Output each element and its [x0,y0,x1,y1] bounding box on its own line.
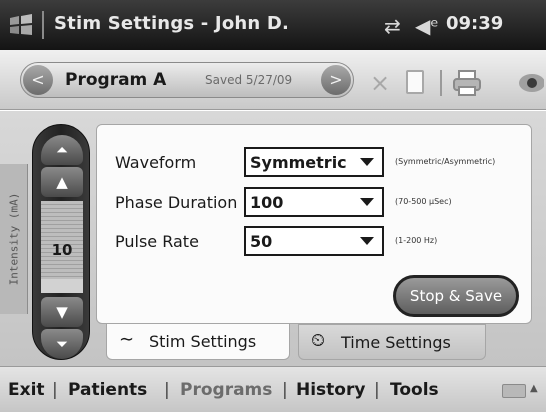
pulse-rate-label: Pulse Rate [115,232,199,251]
phase-duration-value: 100 [250,193,284,212]
clock-icon: ⏲ [311,330,326,351]
tab-label: Stim Settings [149,332,257,351]
new-document-icon[interactable] [406,70,424,94]
previous-program-button[interactable]: < [23,65,53,95]
double-chevron-down-icon: ⏷ [55,335,68,353]
stop-and-save-button[interactable]: Stop & Save [393,275,519,317]
tab-stim-settings[interactable]: ∼ Stim Settings [106,324,290,360]
stim-settings-panel: Waveform Symmetric (Symmetric/Asymmetric… [96,124,532,324]
menu-item-exit[interactable]: Exit [8,380,45,400]
wave-icon: ∼ [119,329,135,350]
toolbar-separator [440,70,442,96]
intensity-label: Intensity (mA) [7,192,21,286]
waveform-dropdown[interactable]: Symmetric [244,147,384,177]
pulse-rate-dropdown[interactable]: 50 [244,226,384,256]
dropdown-arrow-icon [360,198,374,206]
menu-item-programs[interactable]: Programs [180,380,272,400]
caret-up-icon[interactable]: ▲ [530,383,538,394]
program-name: Program A [65,70,167,90]
menu-item-tools[interactable]: Tools [390,380,439,400]
saved-date: Saved 5/27/09 [205,73,293,87]
view-icon[interactable] [514,72,544,94]
menu-bar: Exit | Patients | Programs | History | T… [0,366,546,412]
pulse-rate-hint: (1-200 Hz) [395,236,438,245]
close-icon[interactable]: × [370,69,390,97]
sync-icon[interactable]: ⇄ [384,14,401,38]
chevron-left-icon: < [31,70,45,89]
intensity-meter-fill [41,279,83,293]
phase-duration-dropdown[interactable]: 100 [244,187,384,217]
waveform-label: Waveform [115,153,197,172]
volume-icon[interactable]: ◀ᵉ [415,14,439,38]
menu-separator: | [374,380,380,400]
intensity-up-fast-button[interactable]: ⏶ [41,135,83,165]
menu-item-patients[interactable]: Patients [68,380,147,400]
printer-icon[interactable] [452,70,482,96]
title-bar: Stim Settings - John D. ⇄ ◀ᵉ 09:39 [0,0,546,50]
program-selector: < Program A Saved 5/27/09 > [20,62,354,98]
double-chevron-up-icon: ⏶ [55,141,68,159]
phase-duration-label: Phase Duration [115,193,238,212]
title-separator [42,11,44,39]
clock[interactable]: 09:39 [446,13,503,34]
phase-duration-hint: (70-500 µSec) [395,197,452,206]
windows-logo-icon[interactable] [8,12,34,38]
intensity-side-tab[interactable]: Intensity (mA) [0,164,28,314]
pulse-rate-value: 50 [250,232,273,251]
menu-separator: | [282,380,288,400]
menu-item-history[interactable]: History [296,380,365,400]
tab-label: Time Settings [341,333,451,352]
chevron-right-icon: > [329,70,343,89]
intensity-meter[interactable]: 10 [41,201,83,293]
next-program-button[interactable]: > [321,65,351,95]
menu-separator: | [52,380,58,400]
program-toolbar: < Program A Saved 5/27/09 > × [0,50,546,110]
intensity-control: ⏶ ▲ 10 ▼ ⏷ [32,124,90,360]
window-title: Stim Settings - John D. [54,13,290,34]
dropdown-arrow-icon [360,158,374,166]
intensity-up-button[interactable]: ▲ [41,167,83,197]
intensity-down-button[interactable]: ▼ [41,297,83,327]
chevron-up-icon: ▲ [56,173,68,191]
intensity-down-fast-button[interactable]: ⏷ [41,329,83,359]
dropdown-arrow-icon [360,237,374,245]
keyboard-icon[interactable] [502,384,526,398]
menu-separator: | [164,380,170,400]
waveform-value: Symmetric [250,153,347,172]
chevron-down-icon: ▼ [56,303,68,321]
waveform-hint: (Symmetric/Asymmetric) [395,157,496,166]
intensity-value: 10 [51,241,73,259]
tab-time-settings[interactable]: ⏲ Time Settings [298,324,486,360]
